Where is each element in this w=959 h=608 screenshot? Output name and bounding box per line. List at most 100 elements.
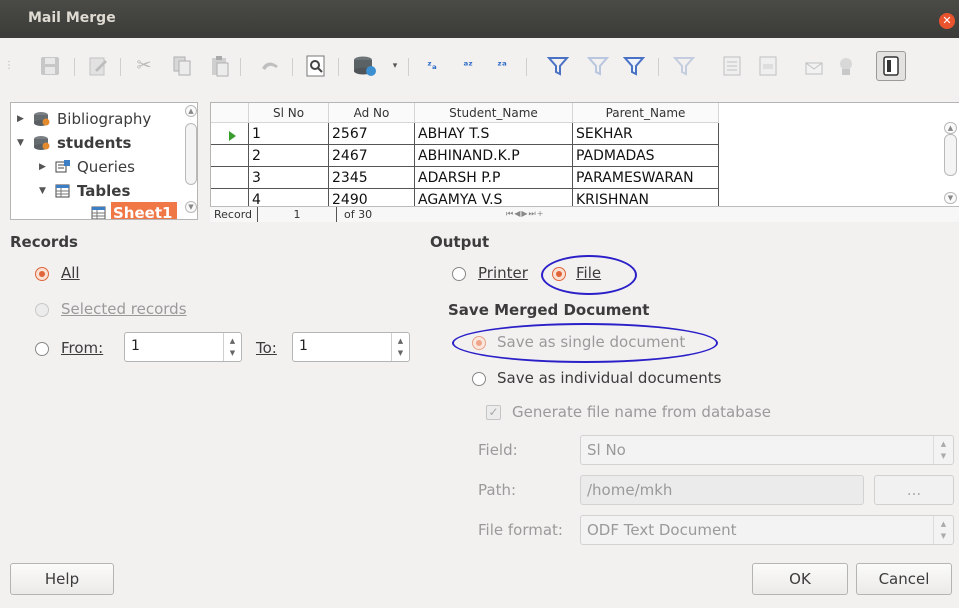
generate-filename-checkbox[interactable]: ✓ [486, 405, 501, 420]
edit-icon[interactable] [86, 54, 110, 78]
table-cell[interactable]: 4 [249, 189, 329, 206]
row-header-corner [211, 103, 249, 123]
generate-filename-label[interactable]: Generate file name from database [512, 403, 771, 421]
table-cell[interactable]: 2 [249, 145, 329, 167]
tree-item-label: Bibliography [57, 110, 152, 128]
remove-filter-icon[interactable] [672, 54, 696, 78]
ok-button[interactable]: OK [752, 563, 848, 595]
table-cell[interactable]: PARAMESWARAN [573, 167, 719, 189]
row-header[interactable] [211, 167, 249, 189]
spin-arrows-icon[interactable]: ▲ ▼ [223, 333, 241, 361]
sort-ascending-icon[interactable]: ᵃᶻ [456, 54, 480, 78]
standard-filter-icon[interactable] [586, 54, 610, 78]
table-cell[interactable]: 2345 [329, 167, 415, 189]
table-cell[interactable]: SEKHAR [573, 123, 719, 145]
single-document-radio[interactable] [472, 336, 486, 350]
path-input[interactable]: /home/mkh [580, 475, 864, 505]
grid-scrollbar[interactable]: ▲ ▼ [944, 122, 957, 208]
from-label[interactable]: From: [61, 339, 103, 357]
browse-button[interactable]: ... [874, 475, 954, 505]
column-header-student-name[interactable]: Student_Name [415, 103, 573, 123]
datasource-icon[interactable] [352, 54, 376, 78]
data-grid[interactable]: Sl No Ad No Student_Name Parent_Name 1 2… [210, 102, 959, 206]
table-cell[interactable]: 1 [249, 123, 329, 145]
cut-icon[interactable]: ✂ [132, 54, 156, 78]
sort-icon[interactable]: ᶻₐ [420, 54, 444, 78]
from-radio[interactable] [35, 342, 49, 356]
field-select[interactable]: Sl No ▲ ▼ [580, 435, 954, 465]
individual-documents-radio[interactable] [472, 372, 486, 386]
table-cell[interactable]: ABHAY T.S [415, 123, 573, 145]
table-cell[interactable]: ABHINAND.K.P [415, 145, 573, 167]
single-document-label[interactable]: Save as single document [497, 333, 685, 351]
expand-arrow-icon[interactable]: ▶ [17, 114, 27, 124]
file-radio[interactable] [552, 267, 566, 281]
toolbar-separator [408, 58, 409, 76]
column-header-parent-name[interactable]: Parent_Name [573, 103, 719, 123]
column-header-sl-no[interactable]: Sl No [249, 103, 329, 123]
row-header[interactable] [211, 189, 249, 206]
chevron-down-icon[interactable]: ▾ [388, 54, 402, 78]
tree-item-bibliography[interactable]: ▶ Bibliography [11, 108, 181, 132]
paste-icon[interactable] [208, 54, 232, 78]
scroll-up-icon[interactable]: ▲ [944, 122, 957, 134]
table-cell[interactable]: 2467 [329, 145, 415, 167]
all-label[interactable]: All [61, 264, 80, 282]
row-header[interactable] [211, 145, 249, 167]
table-cell[interactable]: 2567 [329, 123, 415, 145]
copy-icon[interactable] [170, 54, 194, 78]
table-cell[interactable]: 3 [249, 167, 329, 189]
file-format-select[interactable]: ODF Text Document ▲ ▼ [580, 515, 954, 545]
scrollbar-thumb[interactable] [185, 123, 197, 185]
save-icon[interactable] [38, 54, 62, 78]
cancel-button[interactable]: Cancel [856, 563, 952, 595]
table-cell[interactable]: AGAMYA V.S [415, 189, 573, 206]
from-spinbox[interactable]: 1 ▲ ▼ [124, 332, 242, 362]
toolbar: ⋮ ✂ ▾ ᶻₐ ᵃᶻ ᶻᵃ [0, 38, 959, 94]
scrollbar-thumb[interactable] [944, 134, 957, 176]
tree-item-students[interactable]: ▼ students [11, 132, 181, 156]
record-nav-buttons[interactable]: ⏮◀▶⏭+ [506, 209, 544, 219]
printer-label[interactable]: Printer [478, 264, 528, 282]
selected-records-label[interactable]: Selected records [61, 300, 187, 318]
tree-item-queries[interactable]: ▶ Queries [11, 156, 181, 180]
datasource-tree[interactable]: ▶ Bibliography ▼ students ▶ Queries ▼ Ta… [10, 102, 198, 220]
undo-icon[interactable] [258, 54, 282, 78]
all-radio[interactable] [35, 267, 49, 281]
sort-descending-icon[interactable]: ᶻᵃ [490, 54, 514, 78]
help-button[interactable]: Help [10, 563, 114, 595]
explorer-toggle-button[interactable] [876, 51, 906, 81]
individual-documents-label[interactable]: Save as individual documents [497, 369, 721, 387]
data-to-fields-icon[interactable] [756, 54, 780, 78]
to-label[interactable]: To: [256, 339, 277, 357]
table-cell[interactable]: ADARSH P.P [415, 167, 573, 189]
search-icon[interactable] [304, 54, 328, 78]
data-to-text-icon[interactable] [720, 54, 744, 78]
tree-scrollbar[interactable]: ▲ ▼ [185, 105, 197, 217]
scroll-down-icon[interactable]: ▼ [185, 201, 197, 213]
tree-item-tables[interactable]: ▼ Tables [11, 180, 181, 204]
collapse-arrow-icon[interactable]: ▼ [39, 186, 49, 196]
spin-arrows-icon[interactable]: ▲ ▼ [933, 436, 953, 464]
tree-item-sheet1[interactable]: Sheet1 [11, 202, 181, 219]
column-header-ad-no[interactable]: Ad No [329, 103, 415, 123]
spin-arrows-icon[interactable]: ▲ ▼ [933, 516, 953, 544]
to-spinbox[interactable]: 1 ▲ ▼ [292, 332, 410, 362]
scroll-down-icon[interactable]: ▼ [944, 192, 957, 204]
printer-radio[interactable] [452, 267, 466, 281]
spin-arrows-icon[interactable]: ▲ ▼ [391, 333, 409, 361]
autofilter-icon[interactable] [546, 54, 570, 78]
selected-records-radio[interactable] [35, 303, 49, 317]
table-cell[interactable]: 2490 [329, 189, 415, 206]
collapse-arrow-icon[interactable]: ▼ [17, 138, 27, 148]
close-icon[interactable]: ✕ [939, 13, 955, 29]
expand-arrow-icon[interactable]: ▶ [39, 162, 49, 172]
file-label[interactable]: File [576, 264, 601, 282]
current-source-icon[interactable] [834, 54, 858, 78]
mail-merge-icon[interactable] [802, 54, 826, 78]
record-number-field[interactable]: 1 [257, 207, 337, 222]
table-cell[interactable]: PADMADAS [573, 145, 719, 167]
table-cell[interactable]: KRISHNAN [573, 189, 719, 206]
filter-icon[interactable] [622, 54, 646, 78]
scroll-up-icon[interactable]: ▲ [185, 105, 197, 117]
